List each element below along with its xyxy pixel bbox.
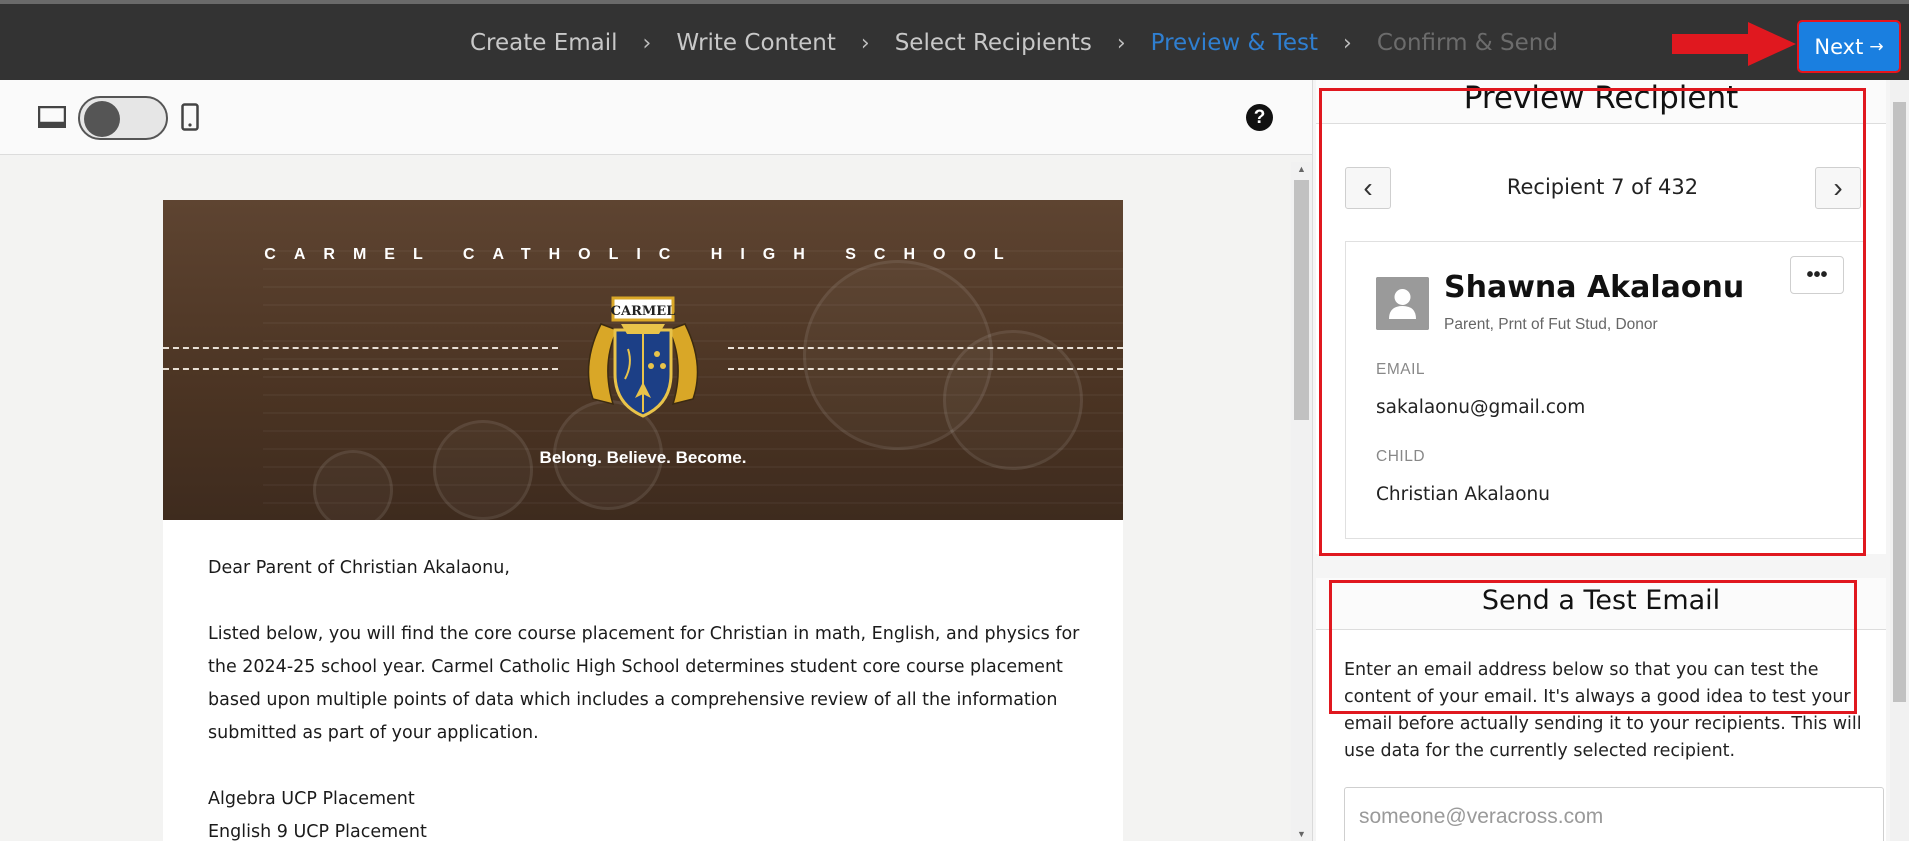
red-arrow-annotation-icon	[1672, 22, 1796, 66]
scrollbar-thumb[interactable]	[1893, 102, 1906, 702]
chevron-right-icon: ›	[860, 30, 870, 56]
divider	[728, 347, 1123, 349]
school-name: CARMEL CATHOLIC HIGH SCHOOL	[264, 246, 1022, 263]
wizard-steps: Create Email › Write Content › Select Re…	[470, 30, 1558, 56]
test-email-title: Send a Test Email	[1481, 585, 1721, 616]
more-options-button[interactable]: •••	[1790, 256, 1844, 294]
school-crest-logo: CARMEL	[587, 296, 699, 418]
placement-line: Algebra UCP Placement	[208, 789, 415, 809]
school-tagline: Belong. Believe. Become.	[539, 448, 747, 467]
avatar-icon	[1376, 277, 1429, 330]
test-email-input[interactable]	[1344, 787, 1884, 841]
chevron-right-icon: ›	[1343, 30, 1352, 56]
contact-roles: Parent, Prnt of Fut Stud, Donor	[1444, 316, 1658, 333]
preview-scrollbar[interactable]: ▲ ▼	[1291, 162, 1312, 841]
email-field-label: EMAIL	[1376, 361, 1426, 378]
device-toggle[interactable]	[78, 96, 168, 140]
scrollbar-thumb[interactable]	[1294, 180, 1309, 420]
arrow-right-icon: →	[1869, 36, 1884, 57]
chevron-left-icon: ‹	[1363, 172, 1373, 203]
step-preview-test[interactable]: Preview & Test	[1151, 30, 1318, 56]
contact-email: sakalaonu@gmail.com	[1376, 397, 1586, 418]
next-button[interactable]: Next →	[1797, 20, 1901, 73]
placement-line: English 9 UCP Placement	[208, 822, 427, 841]
scroll-down-icon[interactable]: ▼	[1297, 829, 1306, 839]
desktop-icon[interactable]	[38, 106, 66, 130]
mobile-phone-icon[interactable]	[181, 103, 199, 131]
email-paragraph: Listed below, you will find the core cou…	[208, 624, 1080, 743]
chevron-right-icon: ›	[642, 30, 652, 56]
step-write-content[interactable]: Write Content	[676, 30, 836, 56]
step-select-recipients[interactable]: Select Recipients	[895, 30, 1092, 56]
email-preview-pane: ? ▲ ▼ CARMEL CATHOLIC HIGH SCHOOL CARMEL…	[0, 80, 1312, 841]
email-body: Dear Parent of Christian Akalaonu, Liste…	[208, 552, 1088, 841]
email-greeting: Dear Parent of Christian Akalaonu,	[208, 558, 510, 578]
next-recipient-button[interactable]: ›	[1815, 167, 1861, 209]
child-field-label: CHILD	[1376, 448, 1426, 465]
step-create-email[interactable]: Create Email	[470, 30, 618, 56]
previous-recipient-button[interactable]: ‹	[1345, 167, 1391, 209]
divider	[163, 347, 558, 349]
wizard-header: Create Email › Write Content › Select Re…	[0, 0, 1909, 80]
preview-toolbar: ?	[0, 80, 1312, 155]
divider	[163, 368, 558, 370]
recipient-counter: Recipient 7 of 432	[1506, 175, 1699, 199]
step-confirm-send: Confirm & Send	[1376, 30, 1558, 56]
divider	[728, 368, 1123, 370]
test-email-description: Enter an email address below so that you…	[1344, 660, 1862, 761]
crest-label: CARMEL	[611, 304, 676, 319]
chevron-right-icon: ›	[1116, 30, 1126, 56]
preview-recipient-title: Preview Recipient	[1463, 80, 1739, 116]
recipient-contact-card: Shawna Akalaonu Parent, Prnt of Fut Stud…	[1345, 241, 1865, 539]
contact-name: Shawna Akalaonu	[1444, 270, 1745, 305]
email-hero-banner: CARMEL CATHOLIC HIGH SCHOOL CARMEL Belon…	[163, 200, 1123, 520]
scroll-up-icon[interactable]: ▲	[1297, 164, 1306, 174]
next-button-label: Next	[1814, 34, 1864, 59]
side-panel-scrollbar[interactable]	[1890, 80, 1909, 841]
email-preview: CARMEL CATHOLIC HIGH SCHOOL CARMEL Belon…	[163, 200, 1123, 841]
help-icon[interactable]: ?	[1246, 104, 1273, 131]
toggle-knob	[84, 101, 120, 137]
chevron-right-icon: ›	[1833, 172, 1843, 203]
seal-decoration	[433, 420, 533, 520]
contact-child: Christian Akalaonu	[1376, 484, 1550, 505]
